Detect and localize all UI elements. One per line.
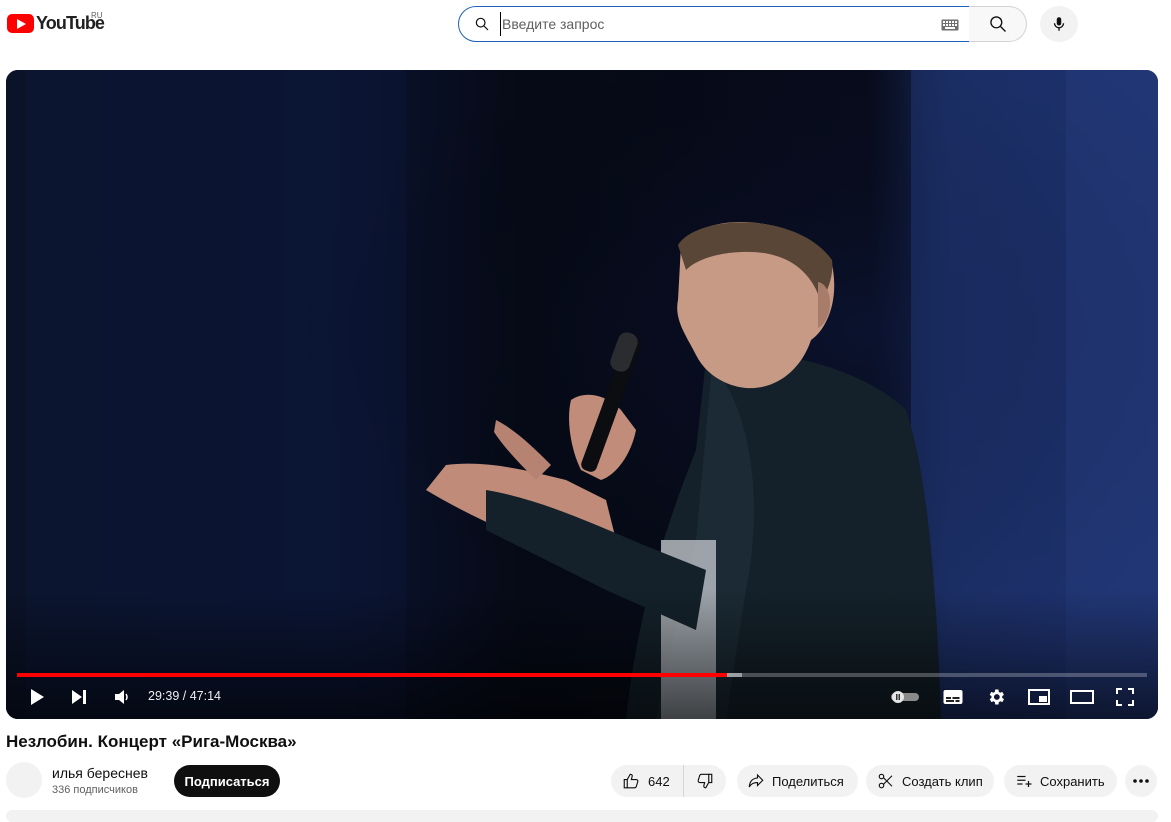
region-code: RU <box>91 11 103 20</box>
dislike-button[interactable] <box>684 765 726 797</box>
share-icon <box>748 773 764 788</box>
miniplayer-icon <box>1028 689 1050 705</box>
play-button[interactable] <box>24 682 50 712</box>
subtitles-icon <box>943 690 963 704</box>
next-icon <box>72 690 86 704</box>
like-dislike-group: 642 <box>611 765 726 797</box>
progress-played <box>17 673 727 677</box>
search-box[interactable] <box>458 6 970 42</box>
next-button[interactable] <box>66 682 92 712</box>
search-icon <box>473 15 491 33</box>
miniplayer-button[interactable] <box>1026 682 1052 712</box>
autoplay-icon <box>891 691 919 703</box>
subscribe-button[interactable]: Подписаться <box>174 765 280 797</box>
theater-mode-button[interactable] <box>1068 682 1096 712</box>
volume-button[interactable] <box>110 682 134 712</box>
create-clip-button[interactable]: Создать клип <box>866 765 994 797</box>
theater-icon <box>1070 690 1094 704</box>
video-frame <box>6 70 1158 719</box>
like-button[interactable]: 642 <box>611 765 684 797</box>
like-count: 642 <box>648 773 670 789</box>
share-button[interactable]: Поделиться <box>737 765 858 797</box>
settings-icon <box>989 689 1004 705</box>
thumbs-up-icon <box>623 773 639 789</box>
search-button[interactable] <box>969 6 1027 42</box>
subtitles-button[interactable] <box>940 682 966 712</box>
avatar[interactable] <box>6 762 42 798</box>
more-actions-button[interactable] <box>1125 765 1157 797</box>
fullscreen-button[interactable] <box>1112 682 1138 712</box>
more-horizontal-icon <box>1133 779 1149 783</box>
autoplay-toggle[interactable] <box>888 682 922 712</box>
thumbs-down-icon <box>697 773 713 789</box>
keyboard-icon[interactable] <box>941 18 959 31</box>
voice-search-button[interactable] <box>1040 6 1078 42</box>
create-clip-label: Создать клип <box>902 773 983 789</box>
progress-bar[interactable] <box>17 673 1147 677</box>
search-input[interactable] <box>500 12 941 36</box>
video-player[interactable]: 29:39 / 47:14 <box>6 70 1158 719</box>
playlist-add-icon <box>1017 775 1032 787</box>
time-display: 29:39 / 47:14 <box>148 689 221 703</box>
video-title: Незлобин. Концерт «Рига-Москва» <box>6 732 297 751</box>
mic-icon <box>1053 17 1065 31</box>
youtube-logo[interactable]: YouTube <box>7 12 105 34</box>
save-button[interactable]: Сохранить <box>1004 765 1117 797</box>
share-label: Поделиться <box>772 773 844 789</box>
description-box[interactable] <box>6 810 1158 822</box>
settings-button[interactable] <box>983 682 1009 712</box>
play-icon <box>31 689 44 705</box>
search-icon <box>989 16 1006 32</box>
masthead: YouTube RU <box>0 0 1171 48</box>
fullscreen-icon <box>1116 688 1134 706</box>
channel-name[interactable]: илья береснев <box>52 765 148 781</box>
subscriber-count: 336 подписчиков <box>52 784 138 796</box>
youtube-logo-icon <box>7 13 34 33</box>
volume-icon <box>115 690 128 704</box>
scissors-icon <box>878 773 893 789</box>
player-controls: 29:39 / 47:14 <box>6 682 1158 712</box>
save-label: Сохранить <box>1040 773 1105 789</box>
